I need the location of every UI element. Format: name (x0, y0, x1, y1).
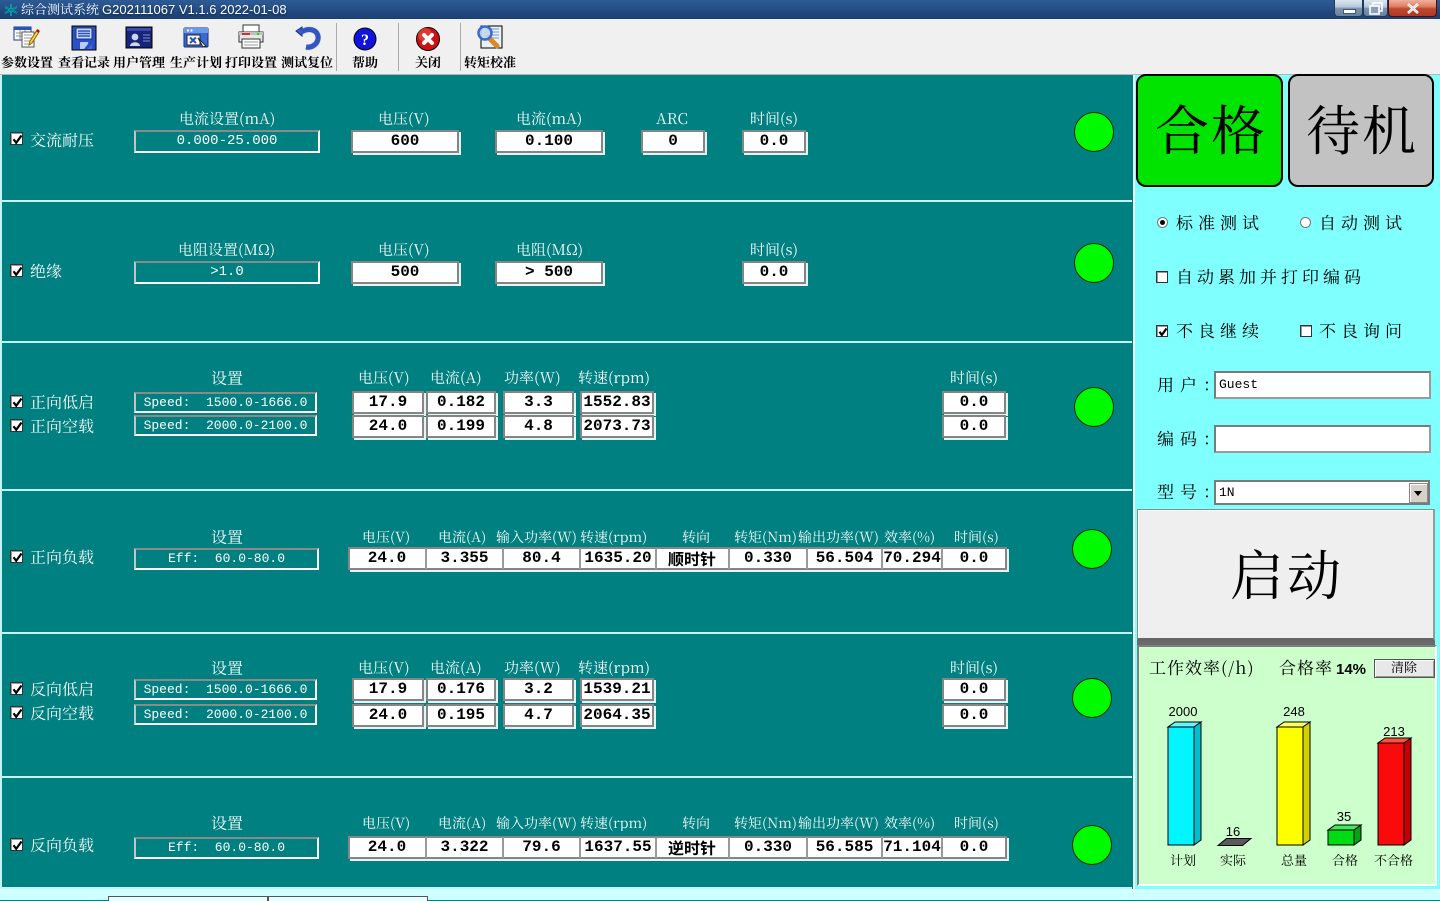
svg-text:?: ? (361, 32, 369, 49)
